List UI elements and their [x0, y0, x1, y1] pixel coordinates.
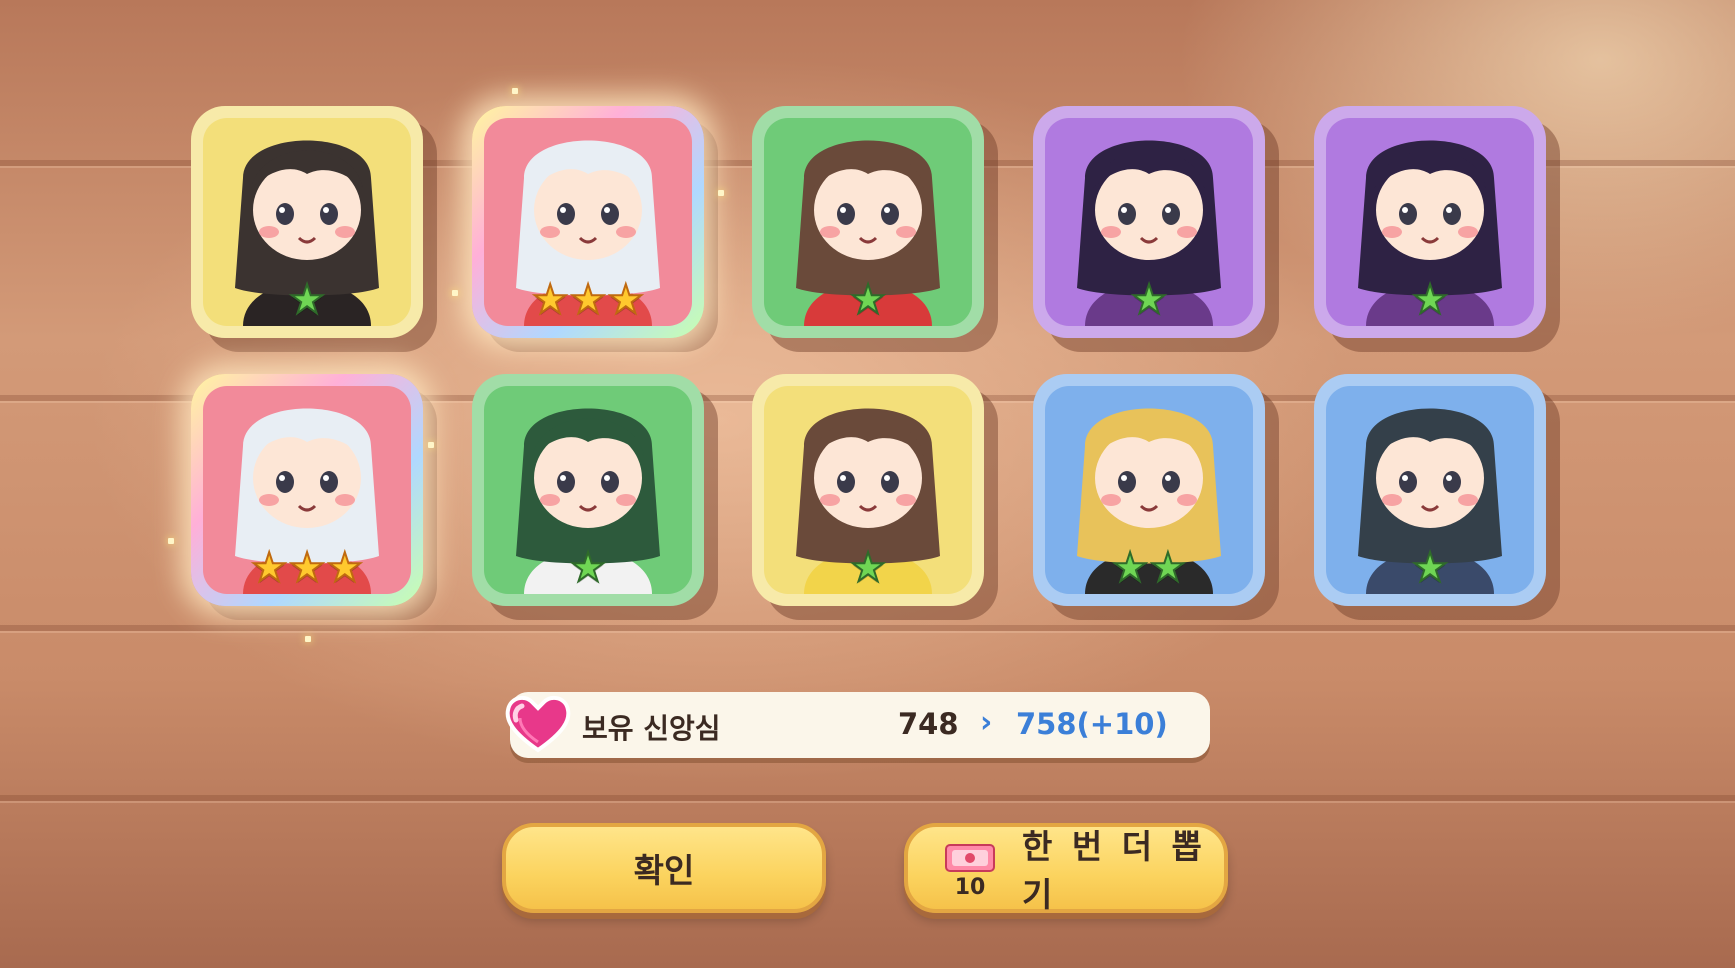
heart-icon: [505, 695, 571, 753]
card-frame: ★: [203, 118, 411, 326]
star-rating: ★: [1326, 277, 1534, 323]
star-rating: ★: [764, 545, 972, 591]
star-rating: ★: [1045, 277, 1253, 323]
result-card[interactable]: ★ ★ ★: [472, 106, 704, 338]
faith-arrow-icon: ›: [980, 705, 993, 740]
result-card[interactable]: ★: [191, 106, 423, 338]
draw-again-button-label: 한 번 더 뽑기: [1022, 827, 1206, 914]
result-card[interactable]: ★ ★ ★: [191, 374, 423, 606]
ticket-icon: [945, 844, 995, 872]
confirm-button[interactable]: 확인: [502, 823, 826, 913]
sparkle: [305, 636, 311, 642]
sparkle: [452, 290, 458, 296]
star-icon: ★: [569, 545, 607, 591]
star-icon: ★: [1130, 277, 1168, 323]
result-card[interactable]: ★: [1033, 106, 1265, 338]
sparkle: [718, 190, 724, 196]
wood-plank-line: [0, 795, 1735, 801]
star-icon: ★: [531, 277, 569, 323]
gacha-result-screen: ★ ★ ★ ★ ★ ★ ★ ★ ★ ★ ★ ★ ★ ★ ★ 보유 신앙심 748 › 758(+10) 확인…: [0, 0, 1735, 968]
faith-current-value: 748: [898, 707, 959, 741]
card-frame: ★ ★ ★: [484, 118, 692, 326]
faith-new-value: 758(+10): [1016, 707, 1168, 741]
sparkle: [428, 442, 434, 448]
star-rating: ★: [764, 277, 972, 323]
star-icon: ★: [288, 277, 326, 323]
card-frame: ★: [1326, 118, 1534, 326]
star-icon: ★: [250, 545, 288, 591]
star-icon: ★: [288, 545, 326, 591]
star-rating: ★: [1326, 545, 1534, 591]
result-card[interactable]: ★: [752, 106, 984, 338]
wood-plank-line: [0, 625, 1735, 631]
card-frame: ★ ★ ★: [203, 386, 411, 594]
result-card[interactable]: ★: [752, 374, 984, 606]
result-card[interactable]: ★: [472, 374, 704, 606]
card-frame: ★: [764, 118, 972, 326]
ticket-count: 10: [954, 875, 986, 900]
sparkle: [512, 88, 518, 94]
star-rating: ★ ★ ★: [484, 277, 692, 323]
sparkle: [168, 538, 174, 544]
star-icon: ★: [1149, 545, 1187, 591]
star-icon: ★: [607, 277, 645, 323]
card-frame: ★: [764, 386, 972, 594]
star-rating: ★: [203, 277, 411, 323]
result-card[interactable]: ★: [1314, 374, 1546, 606]
star-icon: ★: [326, 545, 364, 591]
star-rating: ★ ★: [1045, 545, 1253, 591]
star-icon: ★: [1411, 277, 1449, 323]
star-rating: ★: [484, 545, 692, 591]
star-icon: ★: [1111, 545, 1149, 591]
draw-again-button[interactable]: 10 한 번 더 뽑기: [904, 823, 1228, 914]
card-frame: ★: [484, 386, 692, 594]
star-icon: ★: [569, 277, 607, 323]
card-frame: ★: [1045, 118, 1253, 326]
star-icon: ★: [1411, 545, 1449, 591]
star-icon: ★: [849, 277, 887, 323]
confirm-button-label: 확인: [633, 851, 695, 890]
star-rating: ★ ★ ★: [203, 545, 411, 591]
result-card[interactable]: ★: [1314, 106, 1546, 338]
card-frame: ★ ★: [1045, 386, 1253, 594]
faith-label: 보유 신앙심: [582, 712, 721, 745]
result-card[interactable]: ★ ★: [1033, 374, 1265, 606]
card-frame: ★: [1326, 386, 1534, 594]
star-icon: ★: [849, 545, 887, 591]
